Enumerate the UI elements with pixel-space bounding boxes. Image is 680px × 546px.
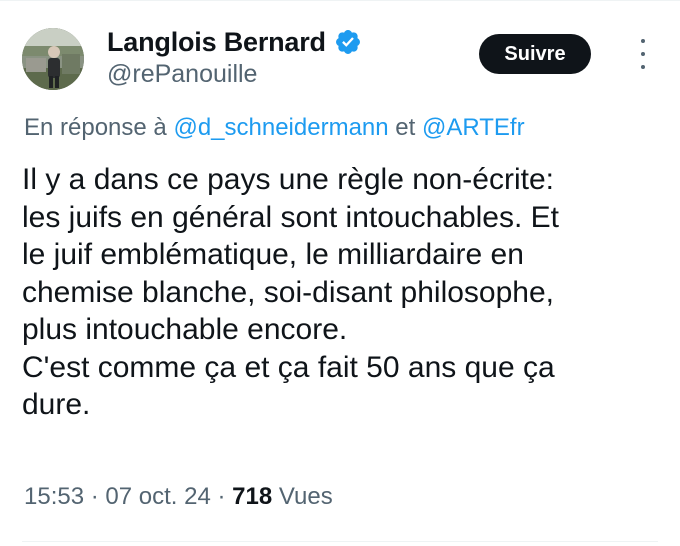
views-count: 718 [232, 483, 273, 510]
tweet-text-line: C'est comme ça et ça fait 50 ans que ça [22, 350, 555, 384]
verified-badge-icon [334, 28, 362, 56]
mention-link[interactable]: @d_schneidermann [173, 114, 388, 141]
tweet-meta: 15:53 · 07 oct. 24 · 718 Vues [24, 483, 333, 511]
more-vertical-icon[interactable] [636, 39, 650, 69]
mention-link[interactable]: @ARTEfr [422, 114, 525, 141]
reply-conjunction: et [395, 114, 416, 141]
tweet-card: Langlois Bernard @rePanouille Suivre En … [0, 0, 680, 546]
reply-prefix: En réponse à [24, 114, 167, 141]
tweet-text-line: les juifs en général sont intouchables. … [22, 200, 559, 234]
tweet-text-line: le juif emblématique, le milliardaire en [22, 238, 524, 271]
follow-button[interactable]: Suivre [479, 34, 591, 74]
tweet-text-line: dure. [22, 388, 91, 421]
author-name-row: Langlois Bernard [107, 23, 362, 61]
tweet-text-line: chemise blanche, soi-disant philosophe, [22, 275, 554, 309]
tweet-text-line: Il y a dans ce pays une règle non-écrite… [22, 163, 554, 196]
views-label: Vues [278, 483, 333, 510]
profile-photo [22, 28, 84, 90]
divider [22, 541, 658, 542]
tweet-date[interactable]: 07 oct. 24 [105, 483, 210, 510]
meta-separator: · [90, 483, 99, 510]
meta-separator: · [217, 483, 226, 510]
tweet-text: Il y a dans ce pays une règle non-écrite… [22, 161, 662, 424]
avatar[interactable] [22, 28, 84, 90]
reply-context: En réponse à @d_schneidermann et @ARTEfr [24, 114, 525, 142]
tweet-text-line: plus intouchable encore. [22, 313, 348, 346]
author-display-name[interactable]: Langlois Bernard [107, 27, 326, 58]
tweet-time[interactable]: 15:53 [24, 483, 84, 510]
author-handle[interactable]: @rePanouille [107, 60, 257, 89]
